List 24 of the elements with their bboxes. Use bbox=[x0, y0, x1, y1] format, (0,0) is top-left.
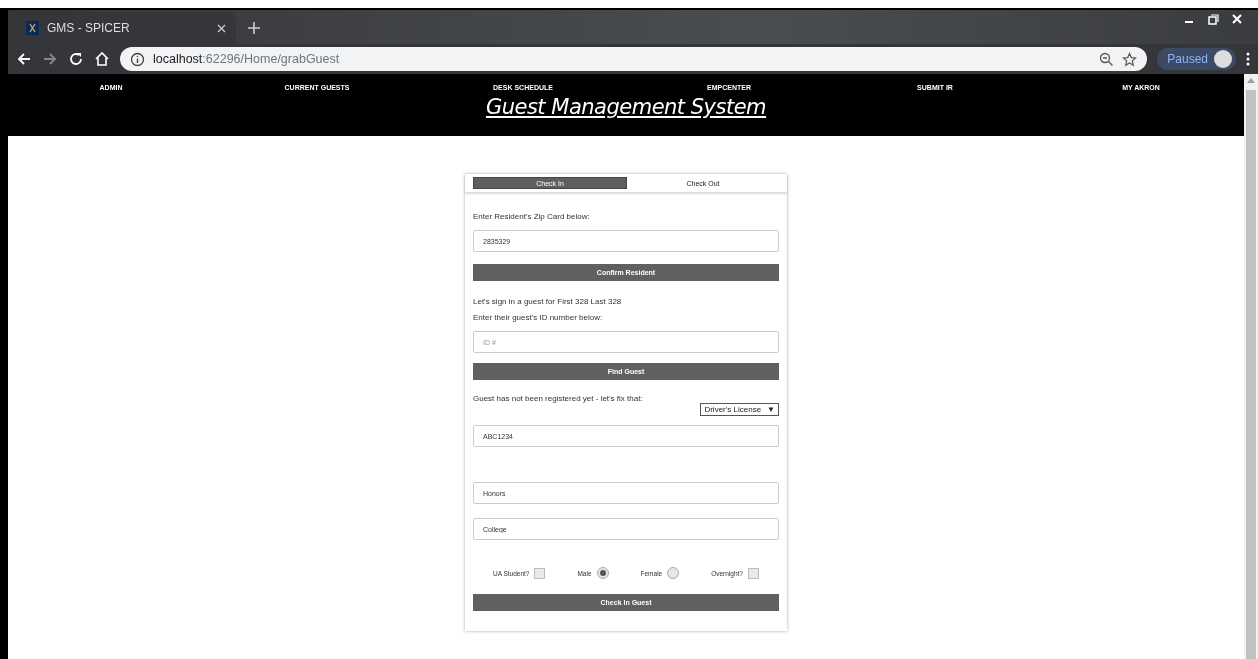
checkbox[interactable] bbox=[747, 567, 759, 579]
radio-button[interactable] bbox=[596, 567, 609, 579]
id-type-dropdown[interactable]: Driver's License ▼ bbox=[700, 403, 779, 416]
scrollbar[interactable] bbox=[1244, 74, 1258, 659]
forward-icon[interactable] bbox=[42, 51, 58, 67]
profile-button[interactable]: Paused bbox=[1157, 48, 1236, 70]
radio-button[interactable] bbox=[667, 567, 680, 579]
zoom-out-icon[interactable] bbox=[1099, 51, 1115, 67]
info-icon bbox=[130, 51, 145, 67]
logo-icon bbox=[26, 21, 39, 35]
checkbox[interactable] bbox=[534, 567, 546, 579]
home-icon[interactable] bbox=[94, 51, 110, 67]
menu-icon[interactable] bbox=[1246, 52, 1250, 66]
zip-label: Enter Resident's Zip Card below: bbox=[473, 212, 591, 221]
back-icon[interactable] bbox=[16, 51, 32, 67]
address-bar[interactable]: localhost:62296/Home/grabGuest bbox=[120, 47, 1148, 71]
id-label: Enter their guest's ID number below: bbox=[473, 313, 604, 322]
reload-icon[interactable] bbox=[68, 51, 84, 67]
close-icon[interactable] bbox=[217, 23, 226, 33]
status-text: Guest has not been registered yet - let's fix that: bbox=[473, 394, 644, 403]
guest-text: Let's sign in a guest for First 328 Last 328 bbox=[473, 297, 623, 306]
star-icon[interactable] bbox=[1122, 51, 1138, 67]
site-title: Guest Management System bbox=[485, 95, 767, 119]
plus-icon[interactable] bbox=[246, 20, 262, 36]
